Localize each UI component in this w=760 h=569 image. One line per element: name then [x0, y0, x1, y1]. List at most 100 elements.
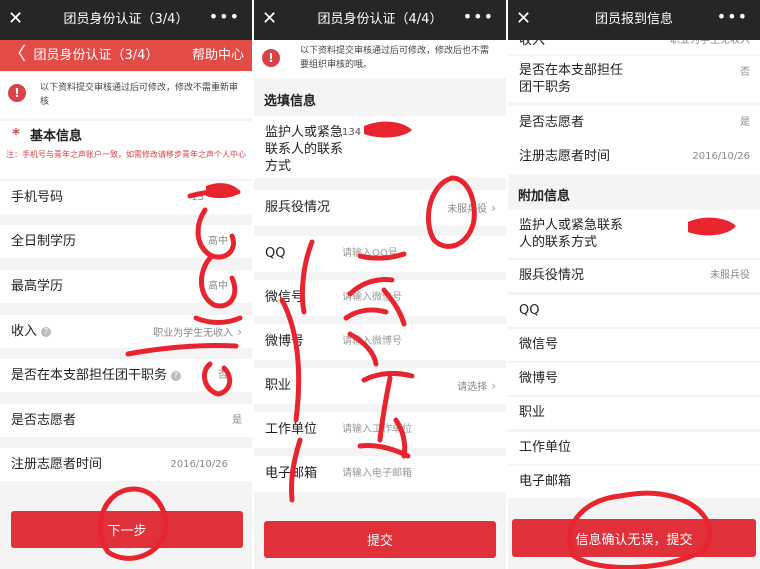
section-additional-info: 附加信息: [508, 176, 760, 210]
row-label: 工作单位: [519, 440, 572, 455]
row-occupation[interactable]: 职业 请选择 ›: [254, 368, 506, 404]
notice-banner: ! 以下资料提交审核通过后可修改，修改后也不需要组织审核的哦。: [254, 40, 506, 78]
row-label: 服兵役情况: [265, 200, 331, 215]
row-label: 是否在本支部担任团干职务: [519, 63, 624, 95]
section-optional-info: 选填信息: [254, 80, 506, 116]
row-employer: 工作单位: [508, 432, 760, 464]
row-weibo[interactable]: 微博号 请输入微博号: [254, 324, 506, 360]
row-value: 未服兵役 ›: [447, 201, 496, 215]
qq-input[interactable]: 请输入QQ号: [342, 247, 398, 261]
row-value: 未服兵役: [710, 270, 750, 281]
warning-icon: !: [8, 84, 26, 102]
row-label: 职业: [519, 405, 546, 420]
help-center-link[interactable]: 帮助中心: [192, 47, 244, 64]
row-military-service: 服兵役情况 未服兵役: [508, 260, 760, 292]
row-email: 电子邮箱: [508, 466, 760, 498]
row-income[interactable]: 收入? 职业为学生无收入 ›: [0, 315, 252, 348]
row-value: 13: [191, 192, 204, 203]
row-league-cadre: 是否在本支部担任团干职务 否: [508, 56, 760, 102]
more-icon[interactable]: •••: [717, 9, 748, 25]
row-phone[interactable]: 手机号码 13: [0, 181, 252, 214]
row-weibo: 微博号: [508, 363, 760, 395]
row-label: 电子邮箱: [519, 474, 572, 489]
row-label: QQ: [519, 303, 540, 318]
row-label: 最高学历: [11, 279, 64, 294]
row-label: 监护人或紧急联系人的联系方式: [519, 218, 624, 250]
row-label: 电子邮箱: [265, 466, 318, 481]
wechat-input[interactable]: 请输入微信号: [342, 291, 402, 305]
row-label: 微信号: [519, 337, 559, 352]
employer-input[interactable]: 请输入工作单位: [342, 423, 412, 437]
section-title: 基本信息: [30, 129, 83, 144]
next-step-button[interactable]: 下一步: [11, 511, 243, 548]
window-titlebar: ✕ 团员报到信息 •••: [508, 0, 760, 40]
section-note: 注：手机号与青年之声账户一致，如需修改请移步青年之声个人中心: [6, 150, 246, 159]
more-icon[interactable]: •••: [463, 9, 494, 25]
chevron-right-icon: ›: [491, 379, 496, 393]
row-label: 工作单位: [265, 422, 318, 437]
row-guardian-contact: 监护人或紧急联系人的联系方式 1: [508, 210, 760, 258]
row-guardian-contact[interactable]: 监护人或紧急联系人的联系方式 134: [254, 116, 506, 178]
confirm-submit-button[interactable]: 信息确认无误，提交: [512, 519, 756, 557]
row-label: 全日制学历: [11, 234, 77, 249]
window-titlebar: ✕ 团员身份认证（3/4） •••: [0, 0, 252, 40]
row-employer[interactable]: 工作单位 请输入工作单位: [254, 412, 506, 448]
email-input[interactable]: 请输入电子邮箱: [342, 467, 412, 481]
row-label: 手机号码: [11, 190, 64, 205]
panel-step-3: ✕ 团员身份认证（3/4） ••• 〈 团员身份认证（3/4） 帮助中心 ! 以…: [0, 0, 252, 569]
chevron-right-icon: ›: [237, 325, 242, 339]
notice-banner: ! 以下资料提交审核通过后可修改，修改不需重新审核: [0, 72, 252, 118]
row-military-service[interactable]: 服兵役情况 未服兵役 ›: [254, 190, 506, 226]
row-label: 注册志愿者时间: [519, 149, 611, 164]
row-occupation: 职业: [508, 397, 760, 429]
row-label: 收入: [519, 40, 546, 48]
row-label: 注册志愿者时间: [11, 457, 103, 472]
row-volunteer[interactable]: 是否志愿者 是: [0, 404, 252, 437]
notice-text: 以下资料提交审核通过后可修改，修改不需重新审核: [40, 83, 239, 107]
row-wechat: 微信号: [508, 329, 760, 361]
row-volunteer: 是否志愿者 是: [508, 106, 760, 140]
row-value: 是: [740, 117, 750, 128]
row-value: 134: [342, 127, 362, 138]
nav-bar: 〈 团员身份认证（3/4） 帮助中心: [0, 40, 252, 71]
help-icon[interactable]: ?: [171, 370, 182, 381]
row-volunteer-date[interactable]: 注册志愿者时间 2016/10/26: [0, 448, 252, 481]
row-value: 否: [218, 370, 228, 381]
window-titlebar: ✕ 团员身份认证（4/4） •••: [254, 0, 506, 40]
row-fulltime-education[interactable]: 全日制学历 高中: [0, 225, 252, 258]
row-wechat[interactable]: 微信号 请输入微信号: [254, 280, 506, 316]
row-email[interactable]: 电子邮箱 请输入电子邮箱: [254, 456, 506, 492]
row-label: 监护人或紧急联系人的联系方式: [265, 125, 344, 174]
row-label: 服兵役情况: [519, 268, 585, 283]
panel-report-info: ✕ 团员报到信息 ••• 收入 职业为学生无收入 是否在本支部担任团干职务 否 …: [508, 0, 760, 569]
required-icon: *: [12, 125, 20, 143]
row-volunteer-date: 注册志愿者时间 2016/10/26: [508, 140, 760, 174]
row-label: 微信号: [265, 290, 305, 305]
row-qq: QQ: [508, 295, 760, 327]
row-value: 否: [740, 67, 750, 78]
row-label: 是否志愿者: [519, 115, 585, 130]
section-basic-info: * 基本信息 注：手机号与青年之声账户一致，如需修改请移步青年之声个人中心: [0, 121, 252, 179]
row-value: 职业为学生无收入 ›: [153, 325, 242, 339]
chevron-right-icon: ›: [491, 201, 496, 215]
panel-step-4: ✕ 团员身份认证（4/4） ••• ! 以下资料提交审核通过后可修改，修改后也不…: [254, 0, 506, 569]
more-icon[interactable]: •••: [209, 9, 240, 25]
row-label: 是否在本支部担任团干职务?: [11, 367, 182, 384]
row-highest-education[interactable]: 最高学历 高中: [0, 270, 252, 303]
row-league-cadre[interactable]: 是否在本支部担任团干职务? 否: [0, 359, 252, 392]
row-value: 2016/10/26: [692, 151, 750, 162]
notice-text: 以下资料提交审核通过后可修改，修改后也不需要组织审核的哦。: [300, 46, 490, 70]
row-label: 微博号: [265, 334, 305, 349]
submit-button[interactable]: 提交: [264, 521, 496, 558]
row-label: 是否志愿者: [11, 413, 77, 428]
warning-icon: !: [262, 49, 280, 67]
help-icon[interactable]: ?: [41, 326, 52, 337]
row-value: 请选择 ›: [457, 379, 496, 393]
row-qq[interactable]: QQ 请输入QQ号: [254, 236, 506, 272]
row-label: 职业: [265, 378, 292, 393]
weibo-input[interactable]: 请输入微博号: [342, 335, 402, 349]
section-title: 附加信息: [518, 189, 571, 204]
row-value: 高中: [208, 281, 228, 292]
nav-title: 团员身份认证（3/4）: [33, 48, 159, 63]
row-value: 1: [687, 221, 694, 232]
